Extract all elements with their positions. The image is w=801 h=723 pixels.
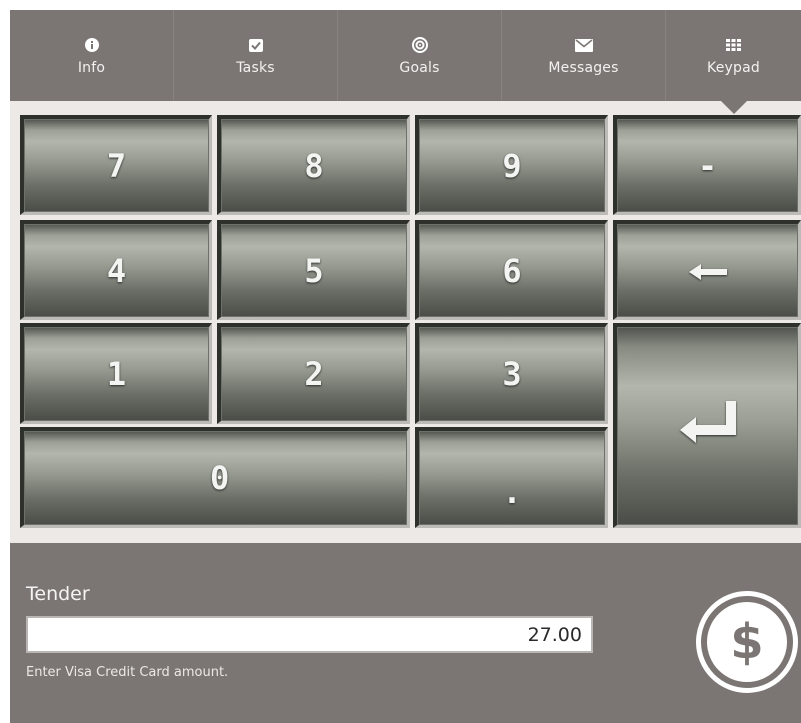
nav-label-goals: Goals bbox=[399, 60, 440, 76]
nav-label-tasks: Tasks bbox=[236, 60, 275, 76]
keypad-grid-icon bbox=[726, 35, 741, 55]
nav-tab-keypad[interactable]: Keypad bbox=[665, 10, 801, 114]
enter-return-icon bbox=[676, 399, 740, 453]
key-5[interactable]: 5 bbox=[217, 220, 410, 320]
pay-button[interactable]: $ bbox=[696, 591, 798, 693]
envelope-icon bbox=[574, 35, 593, 55]
key-8[interactable]: 8 bbox=[217, 115, 410, 215]
target-icon bbox=[411, 35, 428, 55]
dollar-icon: $ bbox=[707, 602, 787, 682]
nav-label-info: Info bbox=[77, 60, 106, 76]
nav-tab-goals[interactable]: Goals bbox=[337, 10, 501, 101]
top-navigation: Info Tasks Goals Messages Keypad bbox=[10, 10, 801, 114]
key-minus[interactable]: - bbox=[613, 115, 801, 215]
key-9[interactable]: 9 bbox=[415, 115, 608, 215]
nav-tab-messages[interactable]: Messages bbox=[501, 10, 665, 101]
key-backspace[interactable] bbox=[613, 220, 801, 320]
pos-app: Info Tasks Goals Messages Keypad 7 8 9 -… bbox=[10, 10, 801, 723]
nav-tab-info[interactable]: Info bbox=[10, 10, 173, 101]
tender-amount-input[interactable] bbox=[26, 616, 593, 653]
active-tab-pointer bbox=[720, 101, 747, 114]
key-2[interactable]: 2 bbox=[217, 323, 410, 424]
info-icon bbox=[84, 35, 99, 55]
key-enter[interactable] bbox=[613, 323, 801, 528]
nav-label-keypad: Keypad bbox=[707, 60, 760, 76]
left-arrow-icon bbox=[687, 252, 729, 290]
nav-label-messages: Messages bbox=[548, 60, 619, 76]
key-4[interactable]: 4 bbox=[20, 220, 212, 320]
key-3[interactable]: 3 bbox=[415, 323, 608, 424]
key-6[interactable]: 6 bbox=[415, 220, 608, 320]
checkbox-icon bbox=[248, 35, 263, 55]
key-0[interactable]: 0 bbox=[20, 427, 410, 528]
tender-label: Tender bbox=[26, 583, 90, 605]
key-1[interactable]: 1 bbox=[20, 323, 212, 424]
key-7[interactable]: 7 bbox=[20, 115, 212, 215]
key-decimal[interactable]: . bbox=[415, 427, 608, 528]
tender-hint: Enter Visa Credit Card amount. bbox=[26, 665, 229, 680]
nav-tab-tasks[interactable]: Tasks bbox=[173, 10, 337, 101]
tender-panel: Tender Enter Visa Credit Card amount. $ bbox=[10, 543, 801, 723]
